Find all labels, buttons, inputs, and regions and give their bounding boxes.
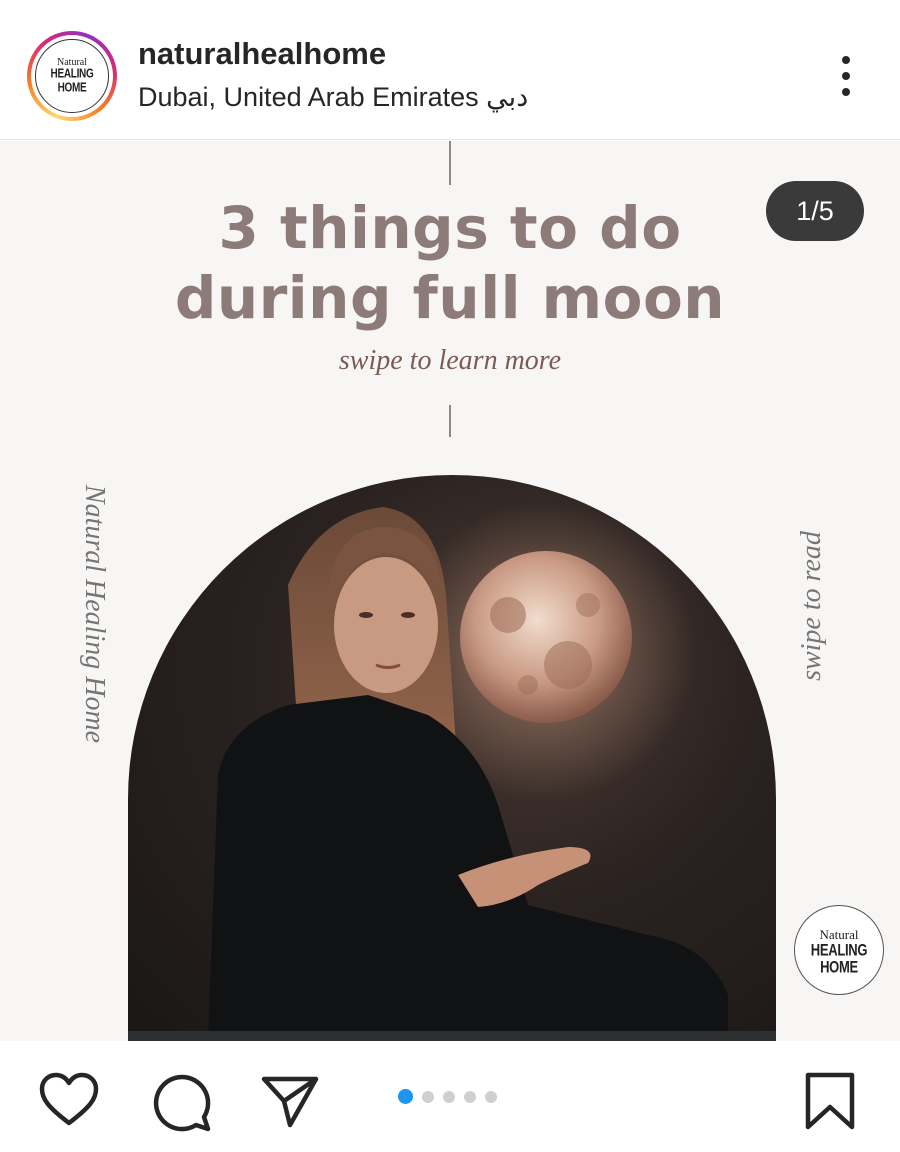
side-text-right: swipe to read (790, 511, 834, 701)
post-image-carousel[interactable]: 3 things to do during full moon swipe to… (0, 141, 900, 1041)
heart-icon[interactable] (38, 1071, 99, 1131)
location-link[interactable]: Dubai, United Arab Emirates دبي (138, 82, 528, 113)
woman-with-moon-illustration (128, 501, 776, 1041)
watermark-text-natural: Natural (819, 926, 859, 942)
share-icon[interactable] (260, 1071, 320, 1131)
brand-logo: Natural HEALING HOME (35, 39, 109, 113)
more-options-icon[interactable] (830, 52, 862, 100)
brand-watermark-logo: Natural HEALING HOME (794, 905, 884, 995)
arched-photo (128, 475, 776, 1041)
post-title: 3 things to do during full moon (174, 194, 726, 332)
slide-counter-badge: 1/5 (766, 181, 864, 241)
bookmark-icon[interactable] (802, 1071, 862, 1131)
side-text-right-label: swipe to read (796, 531, 827, 681)
more-dot (842, 72, 850, 80)
carousel-dot-active[interactable] (398, 1089, 413, 1104)
divider-line-bottom (449, 405, 451, 437)
logo-text-home: HOME (57, 81, 87, 96)
carousel-dot[interactable] (443, 1090, 455, 1103)
carousel-dot[interactable] (485, 1090, 497, 1103)
avatar-image: Natural HEALING HOME (31, 35, 113, 117)
side-text-left: Natural Healing Home (72, 459, 116, 769)
post-header: Natural HEALING HOME naturalhealhome Dub… (0, 0, 900, 140)
more-dot (842, 56, 850, 64)
logo-text-healing: HEALING (50, 67, 94, 82)
divider-line-top (449, 141, 451, 185)
username-link[interactable]: naturalhealhome (138, 36, 386, 72)
carousel-dot[interactable] (464, 1090, 476, 1103)
watermark-text-home: HOME (820, 956, 858, 976)
more-dot (842, 88, 850, 96)
carousel-indicator (398, 1089, 497, 1104)
carousel-dot[interactable] (422, 1090, 434, 1103)
side-text-left-label: Natural Healing Home (79, 484, 110, 744)
watermark-text-healing: HEALING (810, 939, 868, 959)
post-subtitle: swipe to learn more (338, 345, 562, 376)
avatar[interactable]: Natural HEALING HOME (27, 31, 117, 121)
comment-icon[interactable] (150, 1071, 211, 1132)
